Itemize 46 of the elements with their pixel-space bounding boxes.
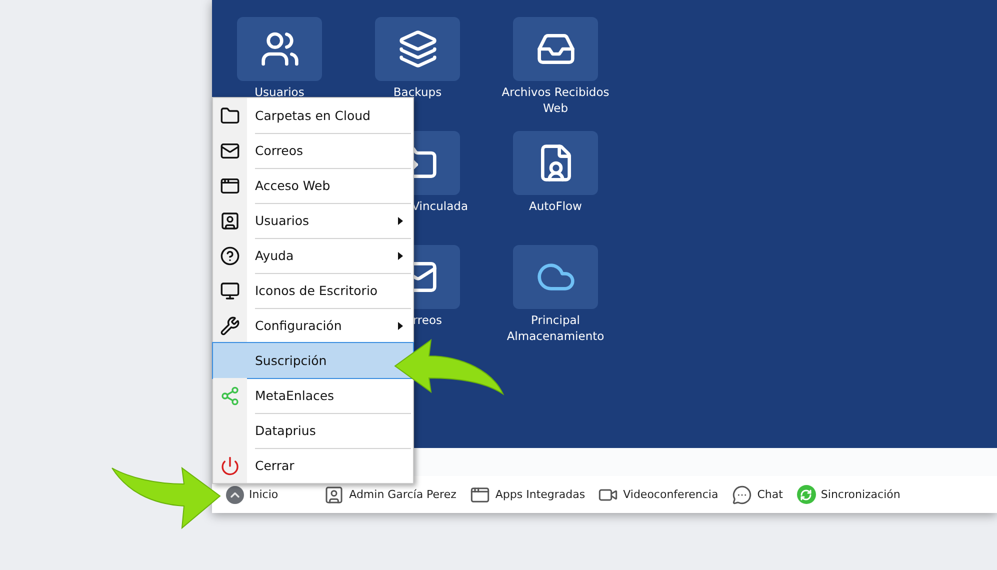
- share-icon: [220, 386, 240, 406]
- tile-label: rreos: [412, 312, 442, 328]
- taskbar-item[interactable]: Chat: [732, 484, 783, 504]
- window-icon: [220, 176, 240, 196]
- taskbar-item[interactable]: Admin García Perez: [324, 484, 456, 504]
- sync-icon: [796, 485, 816, 504]
- help-icon: [220, 246, 240, 266]
- menu-item[interactable]: Suscripción: [213, 343, 413, 378]
- menu-item[interactable]: Carpetas en Cloud: [213, 98, 413, 133]
- taskbar-item[interactable]: Inicio: [226, 486, 278, 504]
- folder-icon: [220, 106, 240, 126]
- user-card-icon: [220, 210, 240, 230]
- tile-label: Vinculada: [412, 198, 468, 214]
- menu-item[interactable]: Correos: [213, 133, 413, 168]
- tile-label: Archivos Recibidos Web: [500, 84, 610, 116]
- window-icon: [470, 484, 490, 504]
- app-tile[interactable]: [237, 17, 322, 81]
- app-tile[interactable]: [513, 17, 598, 81]
- taskbar-item[interactable]: Apps Integradas: [470, 484, 586, 504]
- taskbar-item[interactable]: Sincronización: [796, 485, 900, 504]
- menu-item[interactable]: Acceso Web: [213, 168, 413, 203]
- menu-item[interactable]: Cerrar: [213, 448, 413, 483]
- monitor-icon: [220, 280, 240, 300]
- chat-icon: [732, 484, 752, 504]
- menu-item[interactable]: Iconos de Escritorio: [213, 273, 413, 308]
- app-tile[interactable]: [513, 245, 598, 309]
- user-card-icon: [324, 484, 344, 504]
- chevron-up-icon: [226, 486, 244, 504]
- submenu-arrow-icon: [398, 216, 403, 224]
- tile-label: Backups: [393, 84, 442, 100]
- menu-item[interactable]: Ayuda: [213, 238, 413, 273]
- tools-icon: [220, 316, 240, 336]
- tile-label: Principal Almacenamiento: [506, 312, 606, 344]
- stack-icon: [398, 29, 438, 69]
- app-tile[interactable]: [513, 131, 598, 195]
- menu-item[interactable]: Usuarios: [213, 203, 413, 238]
- tile-label: AutoFlow: [529, 198, 582, 214]
- submenu-arrow-icon: [398, 252, 403, 260]
- taskbar-item[interactable]: Videoconferencia: [598, 484, 718, 504]
- app-tile[interactable]: [375, 17, 460, 81]
- menu-item[interactable]: MetaEnlaces: [213, 378, 413, 413]
- tile-label: Usuarios: [254, 84, 304, 100]
- submenu-arrow-icon: [398, 322, 403, 330]
- power-icon: [220, 456, 240, 476]
- menu-item[interactable]: Dataprius: [213, 413, 413, 448]
- mail-icon: [220, 140, 240, 160]
